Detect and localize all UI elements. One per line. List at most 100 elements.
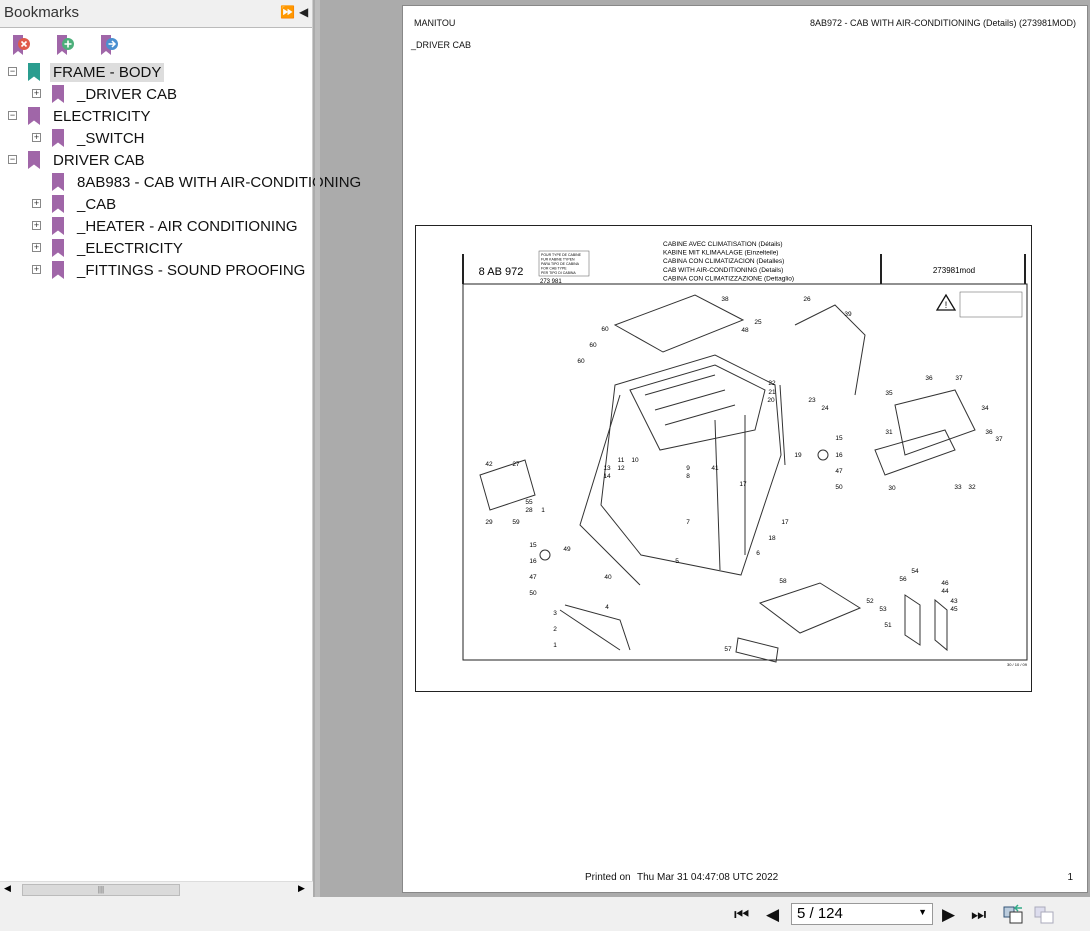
collapse-icon[interactable]: − — [8, 111, 17, 120]
bookmark-item[interactable]: _DRIVER CAB — [52, 83, 180, 105]
page-header-title: 8AB972 - CAB WITH AIR-CONDITIONING (Deta… — [809, 18, 1076, 28]
printed-date: Thu Mar 31 04:47:08 UTC 2022 — [637, 872, 779, 883]
bookmark-item[interactable]: _HEATER - AIR CONDITIONING — [52, 215, 301, 237]
callout-label: 1 — [541, 507, 545, 514]
callout-label: 33 — [954, 484, 962, 491]
callout-label: 26 — [803, 296, 811, 303]
callout-label: 37 — [955, 375, 963, 382]
ref-box-line: FUR KABINE TYPEN — [541, 258, 575, 262]
expand-icon[interactable]: + — [32, 265, 41, 274]
scrollbar-thumb[interactable]: ||| — [22, 884, 180, 896]
callout-label: 56 — [899, 576, 907, 583]
callout-label: 46 — [941, 580, 949, 587]
bookmark-label: _DRIVER CAB — [77, 85, 178, 103]
callout-label: 51 — [884, 622, 892, 629]
callout-label: 49 — [563, 546, 571, 553]
horizontal-scrollbar[interactable]: ◀ ||| ▶ — [0, 881, 313, 897]
callout-label: 9 — [686, 465, 690, 472]
callout-label: 47 — [835, 468, 843, 475]
delete-bookmark-icon[interactable] — [11, 34, 31, 56]
callout-label: 15 — [835, 435, 843, 442]
bookmark-icon — [52, 217, 64, 235]
next-page-icon[interactable]: ▶ — [942, 905, 955, 925]
scroll-left-icon[interactable]: ◀ — [4, 883, 11, 894]
first-page-icon[interactable]: ⏮ — [734, 905, 749, 925]
callout-label: 28 — [525, 507, 533, 514]
bookmark-icon — [52, 261, 64, 279]
callout-label: 22 — [768, 380, 776, 387]
collapse-icon[interactable]: − — [8, 67, 17, 76]
expand-panel-icon[interactable]: ⏩ — [280, 5, 295, 19]
previous-view-icon[interactable] — [1002, 903, 1024, 925]
bookmark-item[interactable]: _SWITCH — [52, 127, 148, 149]
ref-box-line: POUR TYPE DE CABINE — [541, 253, 582, 257]
callout-label: 52 — [866, 598, 874, 605]
drawing-title-line: CAB WITH AIR-CONDITIONING (Details) — [663, 267, 783, 274]
callout-label: 4 — [605, 604, 609, 611]
callout-label: 7 — [686, 519, 690, 526]
callout-label: 16 — [835, 452, 843, 459]
callout-label: 60 — [601, 326, 609, 333]
collapse-icon[interactable]: − — [8, 155, 17, 164]
next-view-icon[interactable] — [1033, 903, 1055, 925]
bookmark-icon — [52, 85, 64, 103]
callout-label: 36 — [925, 375, 933, 382]
pdf-page: MANITOU 8AB972 - CAB WITH AIR-CONDITIONI… — [402, 5, 1088, 893]
callout-label: 27 — [512, 461, 520, 468]
callout-label: 15 — [529, 542, 537, 549]
page-number-input[interactable]: 5 / 124 ▼ — [791, 903, 933, 925]
bookmark-item[interactable]: _FITTINGS - SOUND PROOFING — [52, 259, 308, 281]
bookmarks-title: Bookmarks — [4, 4, 80, 21]
callout-label: 29 — [485, 519, 493, 526]
bookmark-icon — [28, 151, 40, 169]
drawing-title-line: KABINE MIT KLIMAALAGE (Einzelteile) — [663, 250, 778, 257]
bookmark-label: _ELECTRICITY — [77, 239, 183, 257]
bookmark-icon — [52, 129, 64, 147]
callout-label: 55 — [525, 499, 533, 506]
page-number: 1 — [1067, 872, 1073, 883]
drawing-title-line: CABINA CON CLIMATIZZAZIONE (Dettaglio) — [663, 275, 794, 282]
bookmark-item[interactable]: ELECTRICITY — [28, 105, 154, 127]
expand-icon[interactable]: + — [32, 199, 41, 208]
callout-label: 34 — [981, 405, 989, 412]
callout-label: 30 — [888, 485, 896, 492]
bookmark-label: _HEATER - AIR CONDITIONING — [77, 217, 298, 235]
expand-icon[interactable]: + — [32, 221, 41, 230]
bookmark-item[interactable]: DRIVER CAB — [28, 149, 148, 171]
callout-label: 36 — [985, 429, 993, 436]
callout-label: 32 — [968, 484, 976, 491]
expand-icon[interactable]: + — [32, 243, 41, 252]
bookmark-item[interactable]: _ELECTRICITY — [52, 237, 186, 259]
panel-splitter[interactable] — [315, 0, 320, 897]
bookmark-item[interactable]: FRAME - BODY — [28, 61, 165, 83]
callout-label: 25 — [754, 319, 762, 326]
navigation-toolbar: ⏮ ◀ 5 / 124 ▼ ▶ ⏭ — [0, 897, 1090, 931]
previous-page-icon[interactable]: ◀ — [766, 905, 779, 925]
callout-label: 53 — [879, 606, 887, 613]
callout-label: 48 — [741, 327, 749, 334]
callout-label: 20 — [767, 397, 775, 404]
callout-label: 14 — [603, 473, 611, 480]
callout-label: 2 — [553, 626, 557, 633]
callout-label: 18 — [768, 535, 776, 542]
bookmark-icon — [52, 173, 64, 191]
expand-icon[interactable]: + — [32, 89, 41, 98]
callout-label: 57 — [724, 646, 732, 653]
go-to-bookmark-icon[interactable] — [99, 34, 119, 56]
callout-label: 39 — [844, 311, 852, 318]
bookmark-item[interactable]: _CAB — [52, 193, 119, 215]
scroll-right-icon[interactable]: ▶ — [298, 883, 305, 894]
collapse-panel-icon[interactable]: ◀ — [299, 5, 308, 19]
bookmarks-panel: Bookmarks ⏩ ◀ FRAME - BODY − _DRIVER CAB + E… — [0, 0, 361, 897]
printed-label: Printed on — [585, 872, 631, 883]
callout-label: 17 — [739, 481, 747, 488]
expand-icon[interactable]: + — [32, 133, 41, 142]
drawing-title-line: CABINE AVEC CLIMATISATION (Détails) — [663, 241, 783, 248]
page-section: _DRIVER CAB — [411, 40, 472, 50]
callout-label: 12 — [617, 465, 625, 472]
dropdown-arrow-icon[interactable]: ▼ — [918, 907, 927, 917]
callout-label: 16 — [529, 558, 537, 565]
add-bookmark-icon[interactable] — [55, 34, 75, 56]
callout-label: 35 — [885, 390, 893, 397]
last-page-icon[interactable]: ⏭ — [971, 905, 986, 925]
